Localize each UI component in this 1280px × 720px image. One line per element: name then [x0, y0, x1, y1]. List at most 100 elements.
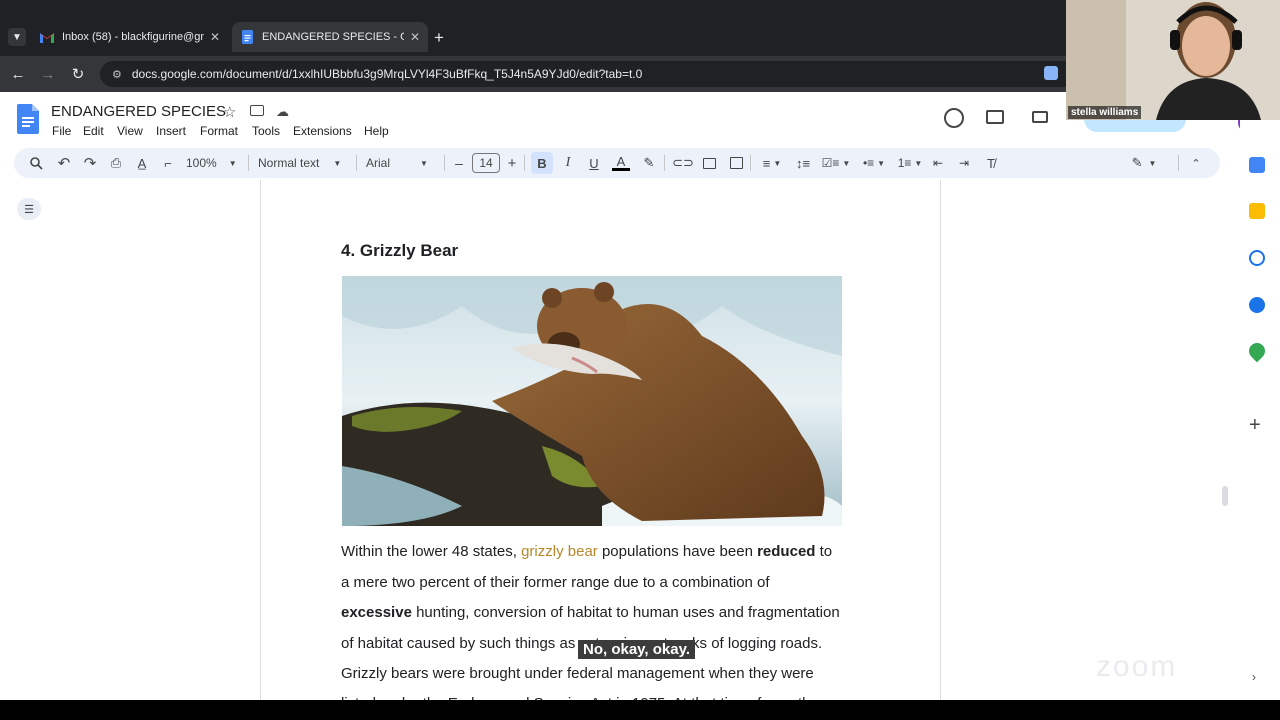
text-run: hunting, conversion of habitat to human … — [411, 604, 840, 621]
bold-button[interactable]: B — [531, 152, 553, 174]
link-icon[interactable]: ⊂⊃ — [672, 154, 694, 172]
insert-image-icon[interactable] — [728, 154, 744, 172]
collapse-toolbar-icon[interactable]: ⌃ — [1188, 154, 1204, 172]
zoom-value: 100% — [186, 156, 217, 170]
menu-file[interactable]: File — [52, 124, 71, 138]
text-color-button[interactable]: A — [612, 154, 630, 171]
comments-icon[interactable] — [986, 110, 1004, 124]
text-run: populations have been — [597, 543, 758, 560]
redo-icon[interactable]: ↷ — [82, 154, 98, 172]
docs-logo-icon[interactable] — [17, 104, 39, 139]
decrease-indent-icon[interactable]: ⇤ — [930, 154, 946, 172]
body-line-3[interactable]: excessive hunting, conversion of habitat… — [341, 604, 840, 621]
cloud-status-icon: ☁ — [276, 104, 289, 119]
numbered-list-icon[interactable]: 1≡ ▼ — [894, 154, 926, 172]
menu-view[interactable]: View — [117, 124, 143, 138]
grizzly-bear-image[interactable] — [342, 276, 842, 526]
highlight-icon[interactable]: ✎ — [641, 154, 657, 172]
increase-indent-icon[interactable]: ⇥ — [956, 154, 972, 172]
participant-video: stella williams — [1066, 0, 1280, 120]
divider — [1178, 155, 1179, 171]
font-size-input[interactable]: 14 — [472, 153, 500, 173]
divider — [444, 155, 445, 171]
calendar-icon[interactable] — [1249, 157, 1265, 173]
divider — [248, 155, 249, 171]
section-heading[interactable]: 4. Grizzly Bear — [341, 241, 458, 261]
reload-icon[interactable]: ↻ — [66, 62, 90, 86]
docs-icon — [240, 30, 254, 44]
document-title[interactable]: ENDANGERED SPECIES — [51, 103, 226, 120]
chevron-down-icon: ▼ — [228, 158, 237, 168]
tab-search-icon[interactable]: ▼ — [8, 28, 26, 46]
keep-icon[interactable] — [1249, 203, 1265, 219]
clear-formatting-icon[interactable]: T̸ — [982, 154, 1000, 172]
menu-format[interactable]: Format — [200, 124, 238, 138]
url-text: docs.google.com/document/d/1xxlhIUBbbfu3… — [131, 67, 643, 81]
menu-extensions[interactable]: Extensions — [293, 124, 352, 138]
editing-mode-icon[interactable]: ✎ ▼ — [1128, 154, 1160, 172]
side-panel — [1240, 92, 1280, 700]
tab-label: ENDANGERED SPECIES - Googl — [262, 31, 404, 43]
paint-format-icon[interactable]: ⌐ — [160, 154, 176, 172]
align-icon[interactable]: ≡ ▼ — [758, 154, 786, 172]
menu-edit[interactable]: Edit — [83, 124, 104, 138]
bulleted-list-icon[interactable]: •≡ ▼ — [858, 154, 890, 172]
text-run: Within the lower 48 states, — [341, 543, 522, 560]
spellcheck-icon[interactable]: A̲ — [134, 154, 150, 172]
forward-icon[interactable]: → — [36, 62, 60, 86]
divider — [524, 155, 525, 171]
search-icon[interactable] — [28, 154, 44, 172]
new-tab-button[interactable]: + — [434, 28, 444, 48]
tab-gmail[interactable]: Inbox (58) - blackfigurine@gma ✕ — [32, 22, 228, 52]
menu-help[interactable]: Help — [364, 124, 389, 138]
menu-insert[interactable]: Insert — [156, 124, 186, 138]
gmail-icon — [40, 30, 54, 44]
style-value: Normal text — [258, 156, 320, 170]
link-text[interactable]: grizzly bear — [521, 543, 598, 560]
screenshot-icon[interactable] — [1044, 66, 1058, 80]
checklist-icon[interactable]: ☑≡ ▼ — [820, 154, 852, 172]
italic-button[interactable]: I — [560, 154, 576, 172]
tasks-icon[interactable] — [1249, 250, 1265, 266]
move-folder-icon[interactable] — [250, 105, 264, 116]
font-value: Arial — [366, 156, 391, 170]
contacts-icon[interactable] — [1249, 297, 1265, 313]
bold-text: reduced — [757, 543, 816, 560]
chevron-down-icon: ▼ — [333, 158, 342, 168]
body-line-1[interactable]: Within the lower 48 states, grizzly bear… — [341, 543, 832, 560]
document-outline-icon[interactable]: ☰ — [17, 198, 41, 220]
body-line-2[interactable]: a mere two percent of their former range… — [341, 574, 770, 591]
font-select[interactable]: Arial ▼ — [366, 154, 438, 172]
expand-panel-icon[interactable]: › — [1252, 670, 1256, 684]
add-addon-icon[interactable]: + — [1249, 414, 1261, 437]
divider — [750, 155, 751, 171]
zoom-caption: No, okay, okay. — [578, 640, 695, 659]
tab-docs[interactable]: ENDANGERED SPECIES - Googl ✕ — [232, 22, 428, 52]
scrollbar-thumb[interactable] — [1222, 486, 1228, 506]
decrease-font-size-button[interactable]: – — [452, 154, 466, 172]
close-icon[interactable]: ✕ — [210, 30, 220, 44]
divider — [664, 155, 665, 171]
close-icon[interactable]: ✕ — [410, 30, 420, 44]
line-spacing-icon[interactable]: ↕≡ — [794, 154, 812, 172]
back-icon[interactable]: ← — [6, 62, 30, 86]
menu-tools[interactable]: Tools — [252, 124, 280, 138]
address-bar[interactable]: ⚙ docs.google.com/document/d/1xxlhIUBbbf… — [100, 61, 1080, 87]
site-info-icon[interactable]: ⚙ — [112, 68, 122, 81]
style-select[interactable]: Normal text ▼ — [258, 154, 350, 172]
undo-icon[interactable]: ↶ — [56, 154, 72, 172]
participant-name: stella williams — [1068, 106, 1142, 119]
version-history-icon[interactable] — [944, 108, 964, 128]
meet-icon[interactable] — [1032, 111, 1048, 123]
body-line-5[interactable]: Grizzly bears were brought under federal… — [341, 665, 814, 682]
underline-button[interactable]: U — [586, 154, 602, 172]
divider — [356, 155, 357, 171]
star-icon[interactable]: ☆ — [223, 103, 236, 121]
print-icon[interactable]: ⎙ — [108, 154, 124, 172]
zoom-select[interactable]: 100% ▼ — [186, 154, 242, 172]
add-comment-icon[interactable] — [701, 154, 717, 172]
bold-text: excessive — [341, 604, 412, 621]
increase-font-size-button[interactable]: + — [505, 154, 519, 172]
text-run: to — [815, 543, 833, 560]
chevron-down-icon: ▼ — [420, 158, 428, 168]
